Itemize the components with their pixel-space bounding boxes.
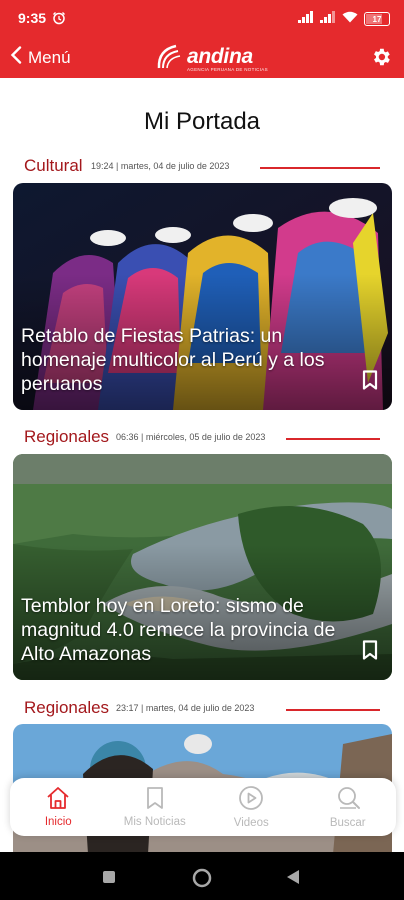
bookmark-icon [144,786,166,813]
signal-icon [298,10,314,28]
nav-buscar[interactable]: Buscar [300,778,397,836]
article-meta: 23:17 | martes, 04 de julio de 2023 [116,703,255,713]
article-card[interactable]: Retablo de Fiestas Patrias: un homenaje … [13,183,392,410]
triangle-back-icon [286,870,300,889]
home-icon [45,786,71,813]
home-system-button[interactable] [192,868,212,893]
settings-button[interactable] [370,46,392,73]
category-link[interactable]: Regionales [24,698,109,718]
article-card[interactable]: Temblor hoy en Loreto: sismo de magnitud… [13,454,392,680]
divider [260,167,380,169]
nav-label: Videos [233,817,269,829]
wifi-icon [342,10,358,28]
bookmark-icon [362,370,378,394]
nav-mis-noticias[interactable]: Mis Noticias [107,778,204,836]
nav-videos[interactable]: Videos [203,778,300,836]
signal-icon-2 [320,10,336,28]
recents-button[interactable] [102,870,116,889]
bookmark-button[interactable] [362,370,378,395]
logo-mark-icon [156,42,184,77]
nav-label: Inicio [44,816,72,828]
search-icon [335,785,361,814]
category-link[interactable]: Cultural [24,156,83,176]
circle-icon [192,868,212,892]
section-header: Regionales 23:17 | martes, 04 de julio d… [24,698,380,718]
logo-text: andina [187,45,253,68]
section-header: Cultural 19:24 | martes, 04 de julio de … [24,156,380,176]
app-header: Menú andina AGENCIA PERUANA DE NOTICIAS [0,38,404,78]
article-meta: 06:36 | miércoles, 05 de julio de 2023 [116,432,266,442]
article-meta: 19:24 | martes, 04 de julio de 2023 [91,161,230,171]
bookmark-icon [362,640,378,664]
square-icon [102,871,116,888]
alarm-icon [52,11,66,30]
article-title: Retablo de Fiestas Patrias: un homenaje … [21,325,325,395]
battery-level: 17 [372,14,382,24]
status-time: 9:35 [18,10,47,26]
logo-subtext: AGENCIA PERUANA DE NOTICIAS [187,67,268,72]
menu-back-button[interactable]: Menú [10,46,71,69]
andina-logo: andina AGENCIA PERUANA DE NOTICIAS [156,42,268,77]
status-bar: 9:35 17 [0,0,404,38]
gear-icon [370,48,392,72]
article-title: Temblor hoy en Loreto: sismo de magnitud… [21,595,336,665]
nav-label: Mis Noticias [123,816,186,828]
divider [286,438,380,440]
chevron-left-icon [10,46,22,69]
play-icon [238,785,264,814]
nav-label: Buscar [329,817,366,829]
page-title: Mi Portada [143,108,261,135]
category-link[interactable]: Regionales [24,427,109,447]
status-icons: 17 [298,10,390,28]
bookmark-button[interactable] [362,640,378,665]
system-navigation-bar [0,852,404,900]
menu-label: Menú [28,47,71,67]
nav-inicio[interactable]: Inicio [10,778,107,836]
back-system-button[interactable] [286,869,300,890]
bottom-navigation: Inicio Mis Noticias Videos Buscar [10,778,396,836]
divider [286,709,380,711]
battery-icon: 17 [364,12,390,26]
section-header: Regionales 06:36 | miércoles, 05 de juli… [24,427,380,447]
